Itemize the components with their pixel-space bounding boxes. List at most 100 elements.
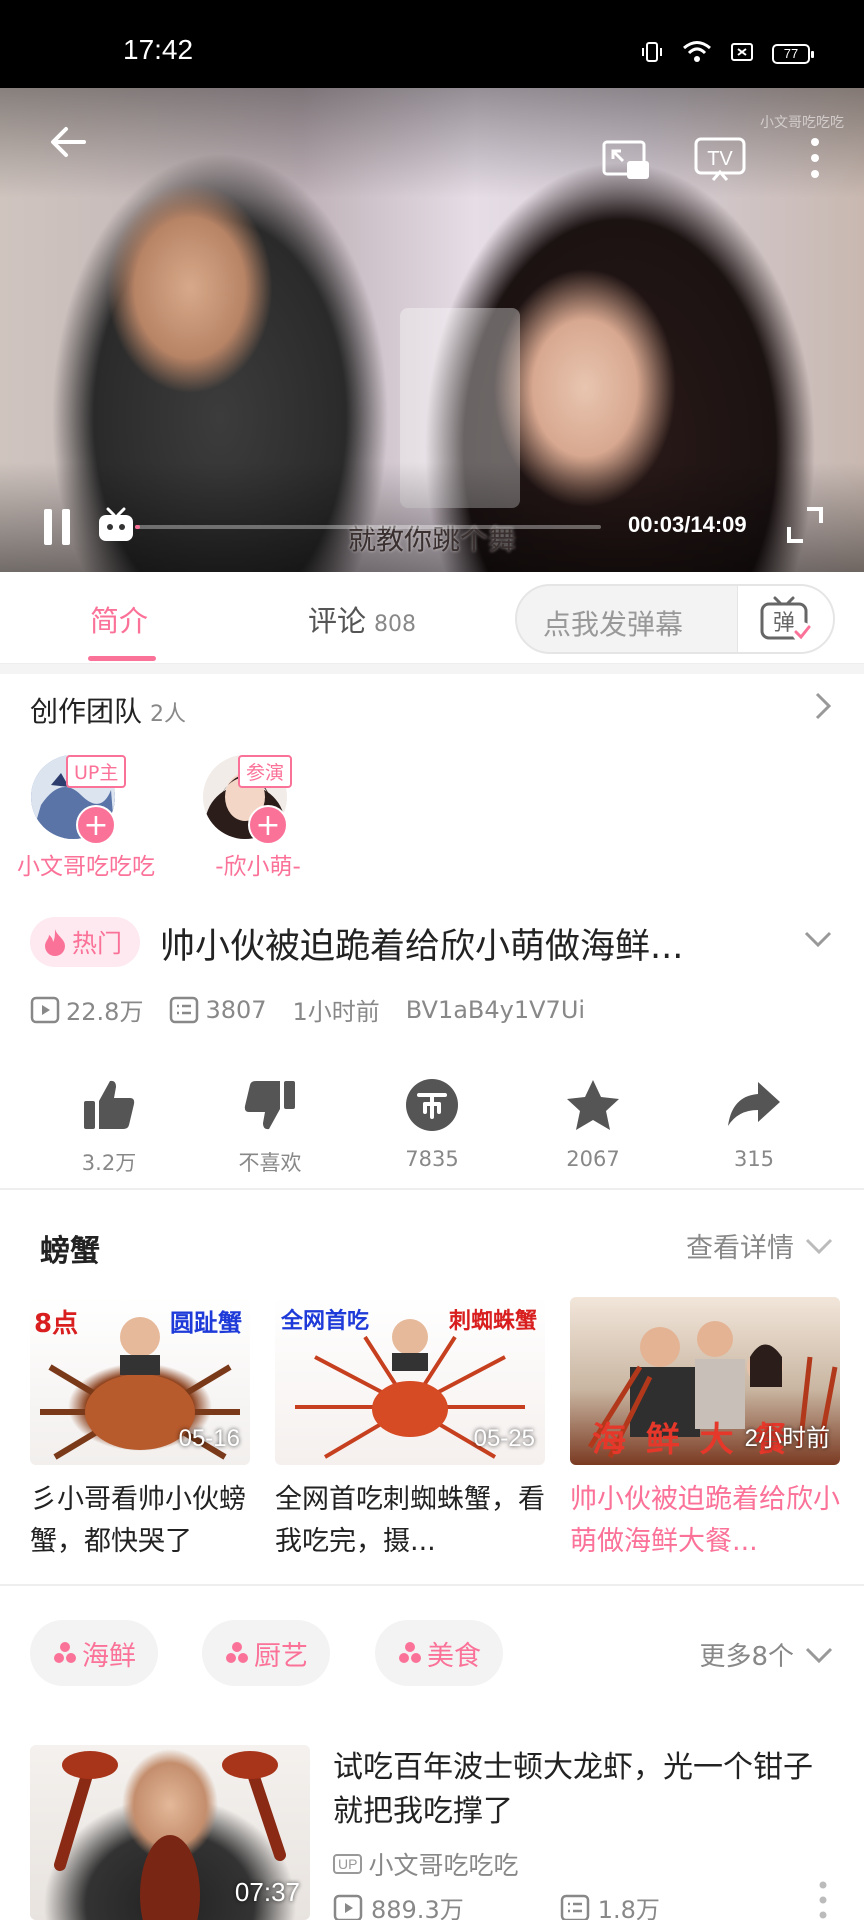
danmaku-placeholder: 点我发弹幕	[543, 608, 684, 641]
favorite-button[interactable]: 2067	[538, 1075, 648, 1171]
more-vertical-icon	[819, 1881, 827, 1919]
section-divider	[0, 1584, 864, 1586]
battery-icon: 77	[772, 44, 814, 64]
detail-tabs: 简介 评论 808 点我发弹幕 弹	[0, 572, 864, 664]
comments-count: 808	[374, 612, 417, 637]
chevron-down-icon	[805, 1238, 833, 1254]
series-thumbnail[interactable]: 全网首吃 刺蜘蛛蟹 05-25	[275, 1297, 545, 1465]
related-view-count: 889.3万	[371, 1896, 464, 1920]
tv-cast-icon: TV	[694, 137, 746, 181]
star-icon	[567, 1080, 619, 1130]
member-name: 小文哥吃吃吃	[17, 854, 155, 880]
back-arrow-icon	[51, 127, 86, 157]
vibrate-icon	[640, 40, 664, 68]
coin-count: 7835	[405, 1147, 459, 1171]
tab-underline	[88, 656, 156, 661]
uploader-name: 小文哥吃吃吃	[368, 1851, 519, 1880]
tv-mascot-icon	[99, 507, 133, 541]
follow-plus-button[interactable]: +	[76, 805, 116, 845]
share-icon	[728, 1082, 780, 1126]
picture-in-picture-icon	[602, 140, 649, 179]
series-card[interactable]: 8点 圆趾蟹 05-16 彡小哥看帅小伙螃蟹，都快哭了	[30, 1297, 250, 1563]
coin-icon	[406, 1079, 458, 1131]
thumbnail-caption-right: 圆趾蟹	[170, 1309, 242, 1337]
tab-intro[interactable]: 简介	[90, 598, 148, 640]
picture-in-picture-button[interactable]	[598, 136, 654, 186]
related-danmaku-count: 1.8万	[597, 1896, 660, 1920]
like-button[interactable]: 3.2万	[54, 1075, 164, 1177]
team-count: 2人	[150, 702, 187, 727]
tag-icon	[226, 1642, 248, 1663]
series-thumbnail[interactable]: 8点 圆趾蟹 05-16	[30, 1297, 250, 1465]
status-bar: 17:42 77	[0, 0, 864, 88]
more-options-button[interactable]	[790, 128, 840, 188]
thumbnail-caption-left: 8点	[34, 1309, 79, 1339]
tab-comments[interactable]: 评论 808	[308, 598, 416, 640]
tag-icon	[399, 1642, 421, 1663]
chevron-down-icon	[805, 1647, 833, 1663]
series-title: 螃蟹	[40, 1234, 100, 1269]
tag-chip[interactable]: 海鲜	[30, 1620, 158, 1686]
sim-icon	[730, 41, 754, 67]
related-thumbnail[interactable]: 07:37	[30, 1745, 310, 1920]
thumbs-down-icon	[244, 1081, 295, 1130]
more-tags-button[interactable]: 更多8个	[699, 1636, 834, 1673]
danmaku-count-icon	[560, 1894, 589, 1920]
chevron-right-icon	[815, 692, 832, 720]
member-name: -欣小萌-	[215, 854, 301, 880]
series-detail-button[interactable]: 查看详情	[686, 1226, 834, 1265]
up-badge: UP	[333, 1854, 363, 1874]
dislike-button[interactable]: 不喜欢	[215, 1075, 325, 1177]
team-expand-button[interactable]	[812, 690, 834, 726]
dislike-label: 不喜欢	[238, 1151, 302, 1175]
play-count-icon	[30, 996, 60, 1023]
tag-chip[interactable]: 厨艺	[202, 1620, 330, 1686]
svg-text:弹: 弹	[772, 611, 794, 636]
related-uploader[interactable]: UP 小文哥吃吃吃	[333, 1846, 518, 1882]
series-card-current[interactable]: 海 鲜 大 餐 2小时前 帅小伙被迫跪着给欣小萌做海鲜大餐...	[570, 1297, 840, 1563]
share-count: 315	[733, 1147, 775, 1171]
favorite-count: 2067	[566, 1147, 620, 1171]
danmaku-toggle-button[interactable]: 弹	[737, 586, 833, 652]
series-card[interactable]: 全网首吃 刺蜘蛛蟹 05-25 全网首吃刺蜘蛛蟹，看我吃完，摄...	[275, 1297, 545, 1563]
progress-bar[interactable]	[135, 525, 601, 529]
publish-time: 1小时前	[292, 998, 380, 1026]
video-time: 00:03/14:09	[628, 512, 747, 537]
thumbnail-caption-left: 全网首吃	[281, 1309, 370, 1334]
danmaku-count-icon	[170, 996, 199, 1023]
thumbs-up-icon	[84, 1080, 135, 1129]
tag-icon	[54, 1642, 76, 1663]
fullscreen-icon	[787, 507, 823, 543]
coin-button[interactable]: 7835	[377, 1075, 487, 1171]
team-title: 创作团队 2人	[30, 695, 187, 728]
thumbnail-date: 2小时前	[744, 1425, 830, 1452]
like-count: 3.2万	[81, 1151, 137, 1175]
series-card-title: 全网首吃刺蜘蛛蟹，看我吃完，摄...	[275, 1484, 545, 1557]
more-vertical-icon	[811, 138, 819, 178]
status-time: 17:42	[123, 34, 194, 65]
fullscreen-button[interactable]	[780, 500, 830, 550]
series-card-title: 帅小伙被迫跪着给欣小萌做海鲜大餐...	[570, 1484, 840, 1557]
hot-tag[interactable]: 热门	[30, 917, 141, 967]
share-button[interactable]: 315	[699, 1075, 809, 1171]
danmaku-input[interactable]: 点我发弹幕 弹	[515, 584, 835, 654]
pause-icon	[44, 509, 70, 545]
back-button[interactable]	[40, 114, 96, 170]
related-title[interactable]: 试吃百年波士顿大龙虾，光一个钳子就把我吃撑了	[333, 1746, 833, 1834]
status-icons: 77	[640, 40, 814, 68]
related-more-button[interactable]	[818, 1880, 828, 1920]
expand-description-button[interactable]	[802, 928, 834, 954]
progress-thumb[interactable]	[94, 502, 138, 548]
tag-chip[interactable]: 美食	[375, 1620, 503, 1686]
video-player[interactable]: 小文哥吃吃吃 TV 就教你跳个舞 00:03/14:09	[0, 88, 864, 572]
pause-button[interactable]	[34, 504, 80, 550]
svg-text:TV: TV	[707, 148, 733, 170]
view-count: 22.8万	[66, 998, 144, 1026]
section-divider	[0, 664, 864, 674]
wifi-icon	[682, 40, 712, 68]
video-meta: 22.8万 3807 1小时前 BV1aB4y1V7Ui	[30, 992, 611, 1027]
series-thumbnail[interactable]: 海 鲜 大 餐 2小时前	[570, 1297, 840, 1465]
play-count-icon	[333, 1894, 363, 1920]
follow-plus-button[interactable]: +	[248, 805, 288, 845]
tv-cast-button[interactable]: TV	[692, 134, 748, 184]
